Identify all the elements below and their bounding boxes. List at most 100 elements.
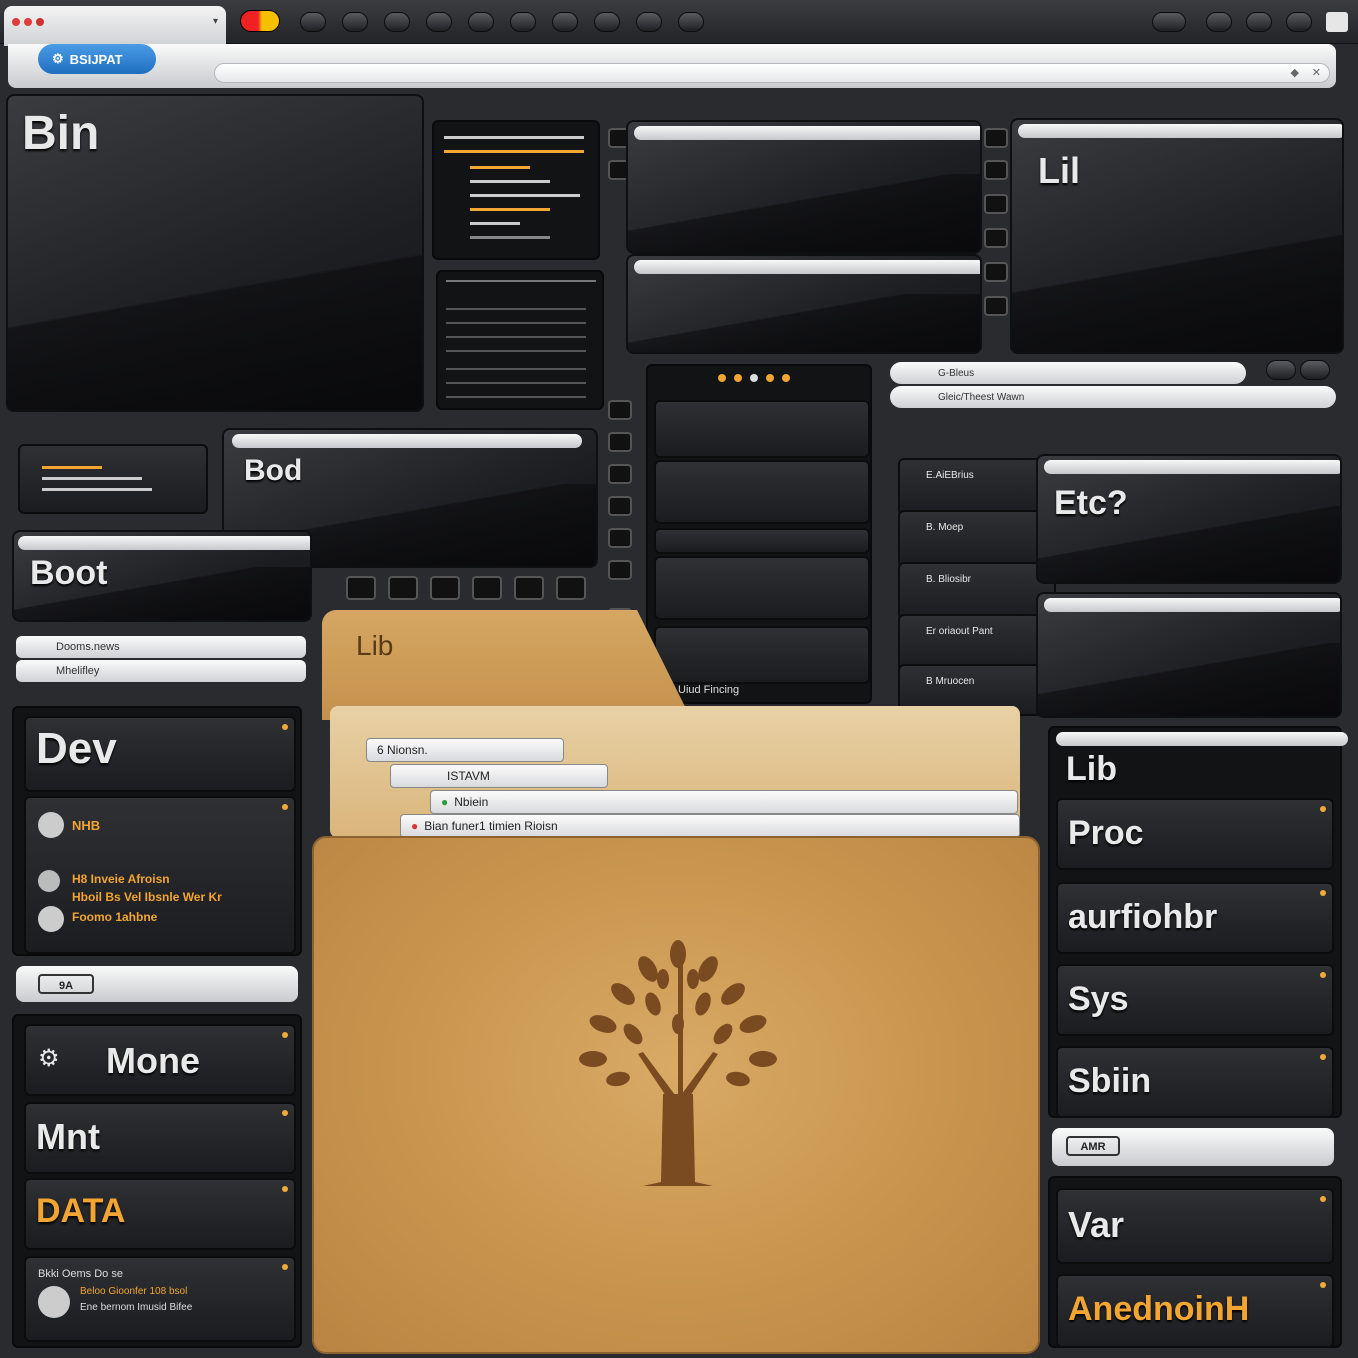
- minimize-dot-icon[interactable]: [24, 18, 32, 26]
- square-button-icon[interactable]: [608, 400, 632, 420]
- var-tile[interactable]: Var: [1056, 1188, 1334, 1264]
- boot-panel[interactable]: Boot: [12, 530, 312, 622]
- list-item[interactable]: [654, 528, 870, 554]
- folder-document[interactable]: ● Nbiein: [430, 790, 1018, 814]
- tab-dropdown-icon[interactable]: ▾: [213, 16, 218, 27]
- circle-icon[interactable]: [1246, 12, 1272, 32]
- right-url-bar-2[interactable]: Gleic/Theest Wawn: [890, 386, 1336, 408]
- anednoinh-tile[interactable]: AnednoinH: [1056, 1274, 1334, 1348]
- right-url-bar-1[interactable]: G-Bleus: [890, 362, 1246, 384]
- dev-cards[interactable]: NHB H8 Inveie Afroisn Hboil Bs Vel Ibsnl…: [24, 796, 296, 954]
- square-button-icon[interactable]: [984, 194, 1008, 214]
- bookmark-bar-1[interactable]: Dooms.news: [16, 636, 306, 658]
- right-sidebar-titlebar[interactable]: [1056, 732, 1348, 746]
- dev-tile[interactable]: Dev: [24, 716, 296, 792]
- code-list-panel[interactable]: [432, 120, 600, 260]
- circle-icon[interactable]: [594, 12, 620, 32]
- folder-document[interactable]: ● Bian funer1 timien Rioisn: [400, 814, 1020, 838]
- control-button-icon[interactable]: [346, 576, 376, 600]
- box-toolbar-right[interactable]: AMR: [1052, 1128, 1334, 1166]
- settings-icon[interactable]: ✕: [1312, 66, 1321, 79]
- list-item[interactable]: [654, 400, 870, 458]
- etc-window-2-titlebar[interactable]: [1044, 598, 1340, 612]
- square-button-icon[interactable]: [984, 228, 1008, 248]
- sys-tile[interactable]: Sys: [1056, 964, 1334, 1036]
- data-card[interactable]: Bkki Oems Do se Beloo Gioonfer 108 bsol …: [24, 1256, 296, 1342]
- bod-titlebar[interactable]: [232, 434, 582, 448]
- profile-icon[interactable]: [1152, 12, 1186, 32]
- sbiin-tile[interactable]: Sbiin: [1056, 1046, 1334, 1118]
- folder-document[interactable]: 6 Nionsn.: [366, 738, 564, 762]
- square-button-icon[interactable]: [984, 262, 1008, 282]
- url-field[interactable]: ◆ ✕: [214, 63, 1330, 83]
- circle-icon[interactable]: [510, 12, 536, 32]
- lil-panel[interactable]: Lil: [1010, 118, 1344, 354]
- control-button-icon[interactable]: [388, 576, 418, 600]
- control-button-icon[interactable]: [430, 576, 460, 600]
- etc-titlebar[interactable]: [1044, 460, 1340, 474]
- status-line: [42, 466, 102, 469]
- circle-icon[interactable]: [636, 12, 662, 32]
- control-button-icon[interactable]: [472, 576, 502, 600]
- list-item[interactable]: [654, 556, 870, 620]
- list-item[interactable]: B. Bliosibr: [898, 562, 1056, 620]
- square-button-icon[interactable]: [608, 496, 632, 516]
- list-item[interactable]: E.AiEBrius: [898, 458, 1056, 516]
- circle-icon[interactable]: [1206, 12, 1232, 32]
- aurfiohbr-tile[interactable]: aurfiohbr: [1056, 882, 1334, 954]
- circle-icon[interactable]: [468, 12, 494, 32]
- address-pill[interactable]: ⚙ BSIJPAT: [38, 44, 156, 74]
- bookmark-icon[interactable]: ◆: [1291, 66, 1299, 79]
- zoom-dot-icon[interactable]: [36, 18, 44, 26]
- bookmark-bar-2[interactable]: Mhelifley: [16, 660, 306, 682]
- circle-icon[interactable]: [1286, 12, 1312, 32]
- indicator-dot-icon: [1320, 1054, 1326, 1060]
- mid-window-1-titlebar[interactable]: [634, 126, 980, 140]
- mid-window-2[interactable]: [626, 254, 982, 354]
- box-toolbar-left[interactable]: 9A: [16, 966, 298, 1002]
- data-tile[interactable]: DATA: [24, 1178, 296, 1250]
- lil-titlebar[interactable]: [1018, 124, 1342, 138]
- avatar: [38, 906, 64, 932]
- circle-icon[interactable]: [678, 12, 704, 32]
- etc-panel[interactable]: Etc?: [1036, 454, 1342, 584]
- circle-icon[interactable]: [1300, 360, 1330, 380]
- square-button-icon[interactable]: [608, 464, 632, 484]
- folder-front[interactable]: [312, 836, 1040, 1354]
- circle-icon[interactable]: [426, 12, 452, 32]
- square-button-icon[interactable]: [984, 296, 1008, 316]
- side-button-strip-right: [984, 124, 1008, 324]
- square-button-icon[interactable]: [984, 160, 1008, 180]
- square-button-icon[interactable]: [608, 432, 632, 452]
- boot-titlebar[interactable]: [18, 536, 310, 550]
- bin-panel[interactable]: Bin: [6, 94, 424, 412]
- etc-window-2[interactable]: [1036, 592, 1342, 718]
- square-button-icon[interactable]: [608, 560, 632, 580]
- file-list-panel[interactable]: [436, 270, 604, 410]
- control-button-icon[interactable]: [514, 576, 544, 600]
- proc-tile[interactable]: Proc: [1056, 798, 1334, 870]
- close-dot-icon[interactable]: [12, 18, 20, 26]
- mid-window-1[interactable]: [626, 120, 982, 254]
- folder-document[interactable]: ISTAVM: [390, 764, 608, 788]
- circle-icon[interactable]: [384, 12, 410, 32]
- square-button-icon[interactable]: [608, 528, 632, 548]
- list-item[interactable]: [654, 626, 870, 684]
- indicator-dot-icon: [1320, 890, 1326, 896]
- circle-icon[interactable]: [342, 12, 368, 32]
- circle-icon[interactable]: [300, 12, 326, 32]
- mid-list-panel[interactable]: Uiud Fincing: [646, 364, 872, 704]
- list-item[interactable]: [654, 460, 870, 524]
- square-button-icon[interactable]: [984, 128, 1008, 148]
- camera-icon[interactable]: [1266, 360, 1296, 380]
- record-icon[interactable]: [240, 10, 280, 32]
- circle-icon[interactable]: [552, 12, 578, 32]
- control-button-icon[interactable]: [556, 576, 586, 600]
- status-card[interactable]: [18, 444, 208, 514]
- square-icon[interactable]: [1326, 12, 1348, 32]
- mnt-tile[interactable]: Mnt: [24, 1102, 296, 1174]
- browser-tab[interactable]: ▾: [4, 6, 226, 46]
- list-item[interactable]: B. Moep: [898, 510, 1056, 568]
- mid-window-2-titlebar[interactable]: [634, 260, 980, 274]
- mone-tile[interactable]: ⚙ Mone: [24, 1024, 296, 1096]
